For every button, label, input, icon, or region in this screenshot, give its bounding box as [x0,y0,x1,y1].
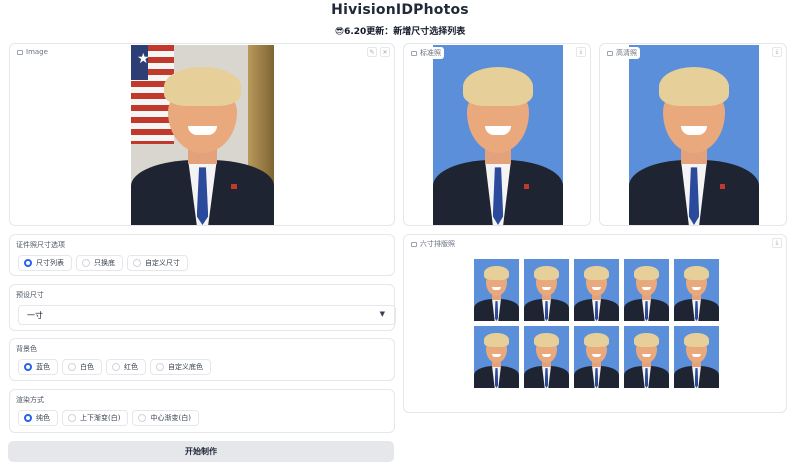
radio-render-solid[interactable]: 纯色 [18,410,58,426]
app-title: HivisionIDPhotos [331,2,469,18]
radio-bg-blue[interactable]: 蓝色 [18,359,58,375]
size-options-label: 证件照尺寸选项 [16,241,65,249]
preset-size-panel: 预设尺寸 一寸 ▼ [9,284,396,331]
edit-icon[interactable]: ✎ [367,47,377,57]
radio-render-vertical-gradient[interactable]: 上下渐变(白) [62,410,129,426]
dropdown-arrow-icon: ▼ [379,310,385,318]
standard-photo-image [433,45,563,225]
size-options-panel: 证件照尺寸选项 尺寸列表 只换底 自定义尺寸 [9,234,395,276]
input-portrait-image: ★ [131,45,274,225]
app-subtitle: 😎6.20更新：新增尺寸选择列表 [334,27,466,37]
background-color-label: 背景色 [16,345,37,353]
download-icon[interactable]: ⤓ [576,47,586,57]
radio-custom-size[interactable]: 自定义尺寸 [127,255,188,271]
layout-thumbnail [674,259,719,321]
image-icon [607,50,613,56]
layout-thumbnail [624,259,669,321]
render-mode-panel: 渲染方式 纯色 上下渐变(白) 中心渐变(白) [9,389,395,433]
layout-thumbnail [574,259,619,321]
close-icon[interactable]: ✕ [380,47,390,57]
image-icon [411,50,417,56]
layout-thumbnail [474,259,519,321]
radio-size-list[interactable]: 尺寸列表 [18,255,72,271]
image-panel-label: Image [14,47,51,57]
preset-size-label: 预设尺寸 [16,291,44,299]
image-upload-panel[interactable]: ★ Image ✎ ✕ [9,43,395,226]
radio-bg-red[interactable]: 红色 [106,359,146,375]
hd-panel-label: 高清照 [604,47,640,59]
radio-change-bg-only[interactable]: 只换底 [76,255,123,271]
download-icon[interactable]: ⤓ [772,47,782,57]
standard-photo-panel: 标准照 ⤓ [403,43,591,226]
layout-panel-label: 六寸排版照 [408,238,458,250]
start-button[interactable]: 开始制作 [8,441,394,462]
image-icon [17,49,23,55]
layout-thumbnail [624,326,669,388]
radio-bg-custom[interactable]: 自定义底色 [150,359,211,375]
standard-panel-label: 标准照 [408,47,444,59]
radio-bg-white[interactable]: 白色 [62,359,102,375]
layout-thumbnail [524,326,569,388]
layout-thumbnail [474,326,519,388]
preset-size-select[interactable]: 一寸 ▼ [18,305,396,325]
radio-render-center-gradient[interactable]: 中心渐变(白) [132,410,199,426]
layout-thumbnail [574,326,619,388]
layout-photo-panel: 六寸排版照 ⤓ [403,234,787,413]
render-mode-label: 渲染方式 [16,396,44,404]
hd-photo-panel: 高清照 ⤓ [599,43,787,226]
hd-photo-image [629,45,759,225]
download-icon[interactable]: ⤓ [772,238,782,248]
image-icon [411,241,417,247]
layout-thumbnail [524,259,569,321]
layout-thumbnail [674,326,719,388]
background-color-panel: 背景色 蓝色 白色 红色 自定义底色 [9,338,395,381]
